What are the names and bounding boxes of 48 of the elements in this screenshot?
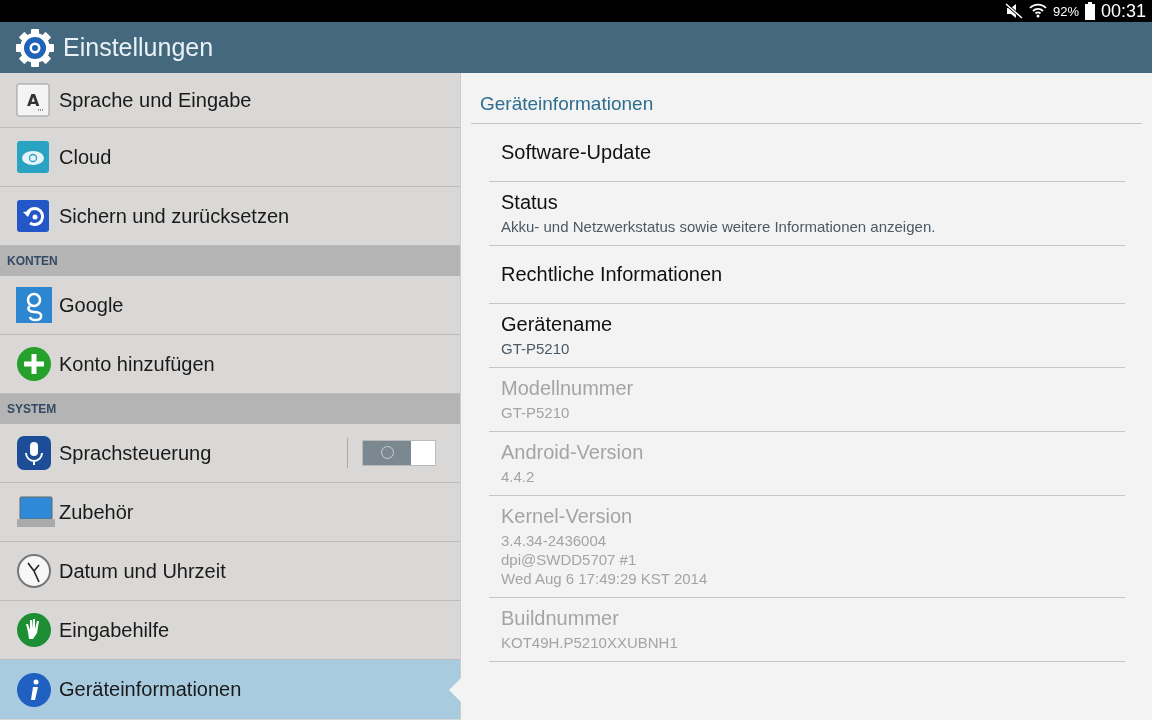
item-label: Google: [59, 293, 124, 317]
item-title: Status: [501, 191, 559, 214]
item-title: Gerätename: [501, 313, 614, 336]
item-label: Sprache und Eingabe: [59, 88, 252, 112]
mute-icon: [1004, 3, 1023, 19]
item-label: Konto hinzufügen: [59, 352, 215, 376]
section-title: Geräteinformationen: [471, 83, 1142, 124]
sidebar-item[interactable]: Zubehör: [0, 483, 460, 542]
wifi-icon: [1028, 3, 1047, 19]
item-summary: GT-P5210: [501, 403, 571, 422]
item-title: Kernel-Version: [501, 505, 634, 528]
item-summary: Akku- und Netzwerkstatus sowie weitere Informationen anzeigen.: [501, 217, 937, 236]
sidebar-item[interactable]: Cloud: [0, 128, 460, 187]
clock-time: 00:31: [1100, 0, 1146, 22]
item-summary: 3.4.34-2436004 dpi@SWDD5707 #1 Wed Aug 6 17:49:29 KST 2014: [501, 531, 709, 588]
info-item[interactable]: Gerätename GT-P5210: [489, 304, 1125, 368]
laptop-icon: [16, 496, 56, 528]
sidebar-item[interactable]: Geräteinformationen: [0, 660, 460, 719]
toggle-switch[interactable]: [362, 440, 436, 466]
info-item[interactable]: Status Akku- und Netzwerkstatus sowie weitere Informationen anzeigen.: [489, 182, 1125, 246]
item-summary: KOT49H.P5210XXUBNH1: [501, 633, 679, 652]
item-label: Sichern und zurücksetzen: [59, 204, 290, 228]
sidebar-item[interactable]: Sprachsteuerung: [0, 424, 460, 483]
settings-icon[interactable]: [15, 27, 55, 68]
item-title: Android-Version: [501, 441, 645, 464]
sidebar-item[interactable]: A Sprache und Eingabe: [0, 73, 460, 128]
app-title: Einstellungen: [63, 33, 214, 62]
sidebar-item[interactable]: Google: [0, 276, 460, 335]
item-title: Buildnummer: [501, 607, 620, 630]
item-label: Datum und Uhrzeit: [59, 559, 226, 583]
section-header: SYSTEM: [0, 394, 460, 424]
item-label: Geräteinformationen: [59, 678, 242, 701]
item-label: Cloud: [59, 145, 112, 169]
item-title: Rechtliche Informationen: [501, 263, 724, 286]
battery-icon: [1084, 2, 1095, 20]
battery-percentage: 92%: [1052, 3, 1079, 19]
info-item[interactable]: Rechtliche Informationen: [489, 246, 1125, 304]
item-summary: 4.4.2: [501, 467, 536, 486]
item-title: Modellnummer: [501, 377, 635, 400]
section-header: KONTEN: [0, 246, 460, 276]
sidebar-item[interactable]: Datum und Uhrzeit: [0, 542, 460, 601]
item-label: Eingabehilfe: [59, 618, 170, 642]
item-summary: GT-P5210: [501, 339, 571, 358]
item-title: Software-Update: [501, 141, 653, 164]
selection-pointer: [449, 678, 461, 702]
item-label: Zubehör: [59, 500, 134, 524]
info-item[interactable]: Software-Update: [489, 124, 1125, 182]
item-label: Sprachsteuerung: [59, 441, 212, 465]
